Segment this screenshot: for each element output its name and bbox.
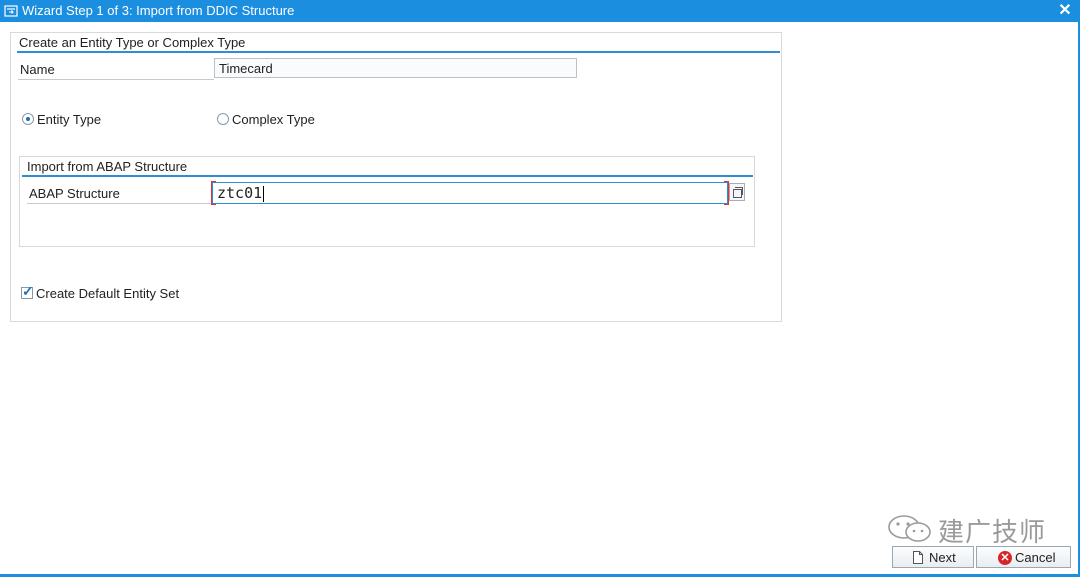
default-entity-set-checkbox[interactable]: ✓ [21,283,34,299]
name-label: Name [20,62,55,77]
close-button[interactable]: ✕ [1056,1,1074,21]
title-bar: Wizard Step 1 of 3: Import from DDIC Str… [0,0,1080,22]
entity-type-label[interactable]: Entity Type [37,112,101,127]
next-button[interactable]: Next [892,546,974,568]
complex-type-label[interactable]: Complex Type [232,112,315,127]
cancel-icon: ✕ [998,551,1012,565]
default-entity-set-label[interactable]: Create Default Entity Set [36,286,179,301]
entity-type-radio[interactable] [22,113,34,125]
watermark-text: 建广技师 [938,518,1047,548]
complex-type-radio[interactable] [217,113,229,125]
group-title-divider [17,51,780,53]
next-button-label: Next [929,550,956,565]
group-title: Create an Entity Type or Complex Type [19,35,246,50]
abap-structure-input[interactable]: ztc01 [212,182,728,204]
checkmark-icon: ✓ [22,283,34,299]
cancel-button-label: Cancel [1015,550,1056,565]
name-label-underline [18,79,214,80]
wechat-logo-icon [888,515,931,542]
abap-structure-value: ztc01 [217,184,263,202]
cancel-button[interactable]: ✕ Cancel [976,546,1071,568]
abap-structure-underline [27,203,211,204]
watermark: 建广技师 [886,512,1056,548]
close-icon: ✕ [1058,2,1072,19]
abap-structure-label: ABAP Structure [29,186,120,201]
wizard-window-icon [4,5,18,17]
text-caret [263,185,265,202]
window-title: Wizard Step 1 of 3: Import from DDIC Str… [22,3,295,18]
document-icon [913,551,923,564]
required-field-marker-left [211,181,216,205]
name-field[interactable]: Timecard [214,58,577,78]
import-group-title: Import from ABAP Structure [27,159,188,174]
value-help-button[interactable] [729,183,745,201]
import-group-divider [22,175,753,177]
